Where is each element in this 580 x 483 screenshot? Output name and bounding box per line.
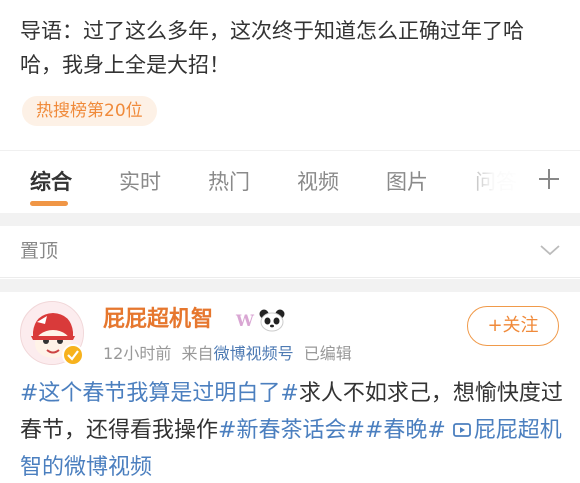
video-icon — [452, 423, 471, 437]
tab-hot[interactable]: 热门 — [208, 167, 250, 197]
chevron-down-icon[interactable] — [538, 242, 562, 258]
pinned-row[interactable]: 置顶 — [0, 226, 580, 278]
member-badge-icon: W — [236, 311, 254, 330]
tab-comprehensive[interactable]: 综合 — [30, 167, 72, 197]
hashtag-link[interactable]: #这个春节我算是过明白了# — [20, 381, 299, 406]
edited-label: 已编辑 — [303, 344, 352, 363]
pinned-label: 置顶 — [20, 240, 59, 262]
verified-badge-icon — [62, 344, 84, 366]
panda-icon — [259, 309, 285, 332]
section-divider — [0, 279, 580, 292]
intro-section: 导语：过了这么多年，这次终于知道怎么正确过年了哈哈，我身上全是大招！ 热搜榜第2… — [0, 0, 580, 150]
post-meta: 12小时前 来自微博视频号 已编辑 — [103, 342, 352, 366]
post-text: #这个春节我算是过明白了#求人不如求己，想愉快度过春节，还得看我操作#新春茶话会… — [20, 375, 568, 483]
hashtag-link[interactable]: #春晚# — [365, 418, 446, 443]
source-link[interactable]: 微博视频号 — [214, 344, 294, 363]
post-time: 12小时前 — [103, 344, 172, 363]
tab-images[interactable]: 图片 — [386, 167, 428, 197]
section-divider — [0, 213, 580, 226]
tab-realtime[interactable]: 实时 — [119, 167, 161, 197]
hot-search-badge[interactable]: 热搜榜第20位 — [22, 96, 157, 126]
tab-bar: 综合 实时 热门 视频 图片 问答 — [0, 150, 580, 213]
intro-text: 导语：过了这么多年，这次终于知道怎么正确过年了哈哈，我身上全是大招！ — [20, 19, 524, 77]
follow-button[interactable]: +关注 — [467, 306, 559, 346]
hashtag-link[interactable]: #新春茶话会# — [218, 418, 365, 443]
source-prefix: 来自 — [181, 344, 214, 363]
tab-qa[interactable]: 问答 — [475, 167, 517, 197]
post-username[interactable]: 屁屁超机智 — [103, 302, 213, 338]
active-tab-indicator — [30, 201, 68, 206]
tab-video[interactable]: 视频 — [297, 167, 339, 197]
plus-icon[interactable] — [534, 164, 564, 194]
search-results-page: 导语：过了这么多年，这次终于知道怎么正确过年了哈哈，我身上全是大招！ 热搜榜第2… — [0, 0, 580, 483]
